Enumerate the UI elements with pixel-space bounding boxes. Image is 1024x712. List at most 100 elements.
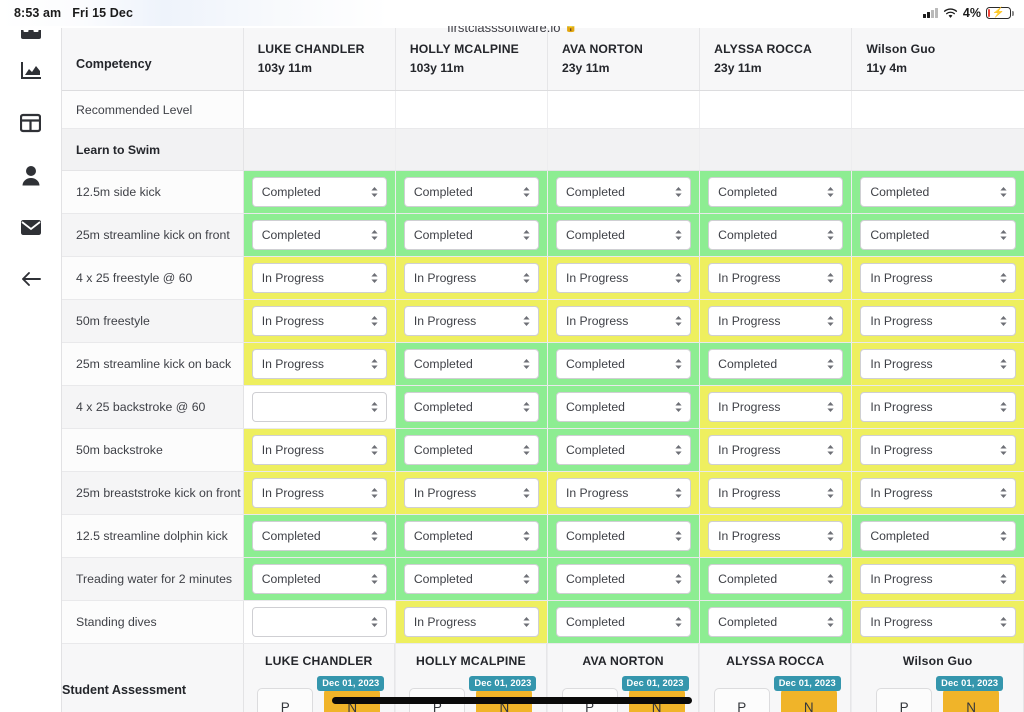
- status-select[interactable]: In Progress: [860, 263, 1016, 293]
- status-select[interactable]: Completed: [708, 349, 844, 379]
- competency-status-cell[interactable]: In Progress: [851, 385, 1024, 429]
- recommended-level-cell[interactable]: [699, 90, 853, 129]
- status-select[interactable]: In Progress: [403, 478, 539, 508]
- table-scroll-container[interactable]: Competency LUKE CHANDLER 103y 11m HOLLY MC…: [62, 28, 1024, 712]
- competency-status-cell[interactable]: In Progress: [243, 299, 396, 343]
- competency-status-cell[interactable]: Completed: [395, 428, 549, 472]
- competency-status-cell[interactable]: In Progress: [395, 600, 549, 644]
- competency-status-cell[interactable]: Completed: [547, 428, 701, 472]
- cards-icon[interactable]: [16, 30, 46, 42]
- status-select[interactable]: Completed: [251, 177, 387, 207]
- competency-status-cell[interactable]: Completed: [395, 514, 549, 558]
- assessment-p-button[interactable]: P: [876, 688, 933, 712]
- competency-status-cell[interactable]: Completed: [851, 213, 1024, 257]
- status-select[interactable]: In Progress: [556, 306, 692, 336]
- competency-status-cell[interactable]: Completed: [699, 170, 853, 214]
- status-select[interactable]: Completed: [708, 564, 844, 594]
- competency-status-cell[interactable]: In Progress: [699, 514, 853, 558]
- status-select[interactable]: In Progress: [556, 478, 692, 508]
- status-select[interactable]: In Progress: [403, 263, 539, 293]
- status-select[interactable]: In Progress: [251, 478, 387, 508]
- competency-status-cell[interactable]: In Progress: [395, 256, 549, 300]
- status-select[interactable]: Completed: [403, 220, 539, 250]
- status-select[interactable]: Completed: [403, 521, 539, 551]
- status-select[interactable]: In Progress: [556, 263, 692, 293]
- status-select[interactable]: Completed: [556, 607, 692, 637]
- status-select[interactable]: Completed: [556, 220, 692, 250]
- area-chart-icon[interactable]: [16, 56, 46, 86]
- status-select[interactable]: Completed: [556, 177, 692, 207]
- status-select[interactable]: Completed: [860, 220, 1016, 250]
- recommended-level-cell[interactable]: [547, 90, 701, 129]
- status-select[interactable]: In Progress: [860, 306, 1016, 336]
- status-select[interactable]: Completed: [708, 220, 844, 250]
- competency-status-cell[interactable]: In Progress: [547, 256, 701, 300]
- status-select[interactable]: Completed: [403, 564, 539, 594]
- assessment-p-button[interactable]: P: [713, 688, 770, 712]
- status-select[interactable]: Completed: [708, 607, 844, 637]
- competency-status-cell[interactable]: Completed: [395, 342, 549, 386]
- competency-status-cell[interactable]: Completed: [547, 514, 701, 558]
- status-select[interactable]: Completed: [556, 349, 692, 379]
- competency-status-cell[interactable]: Completed: [547, 600, 701, 644]
- competency-status-cell[interactable]: Completed: [699, 557, 853, 601]
- status-select[interactable]: In Progress: [251, 349, 387, 379]
- assessment-n-button[interactable]: N: [943, 688, 1000, 712]
- status-select[interactable]: In Progress: [403, 306, 539, 336]
- status-select[interactable]: In Progress: [708, 306, 844, 336]
- status-select[interactable]: In Progress: [860, 349, 1016, 379]
- competency-status-cell[interactable]: Completed: [699, 342, 853, 386]
- assessment-n-button[interactable]: N: [780, 688, 837, 712]
- status-select[interactable]: Completed: [708, 177, 844, 207]
- competency-status-cell[interactable]: Completed: [395, 557, 549, 601]
- status-select[interactable]: In Progress: [860, 435, 1016, 465]
- competency-status-cell[interactable]: Completed: [547, 213, 701, 257]
- competency-status-cell[interactable]: In Progress: [699, 428, 853, 472]
- status-select[interactable]: In Progress: [403, 607, 539, 637]
- competency-status-cell[interactable]: Completed: [395, 385, 549, 429]
- status-select[interactable]: Completed: [860, 177, 1016, 207]
- person-icon[interactable]: [16, 160, 46, 190]
- assessment-p-button[interactable]: P: [257, 688, 314, 712]
- competency-status-cell[interactable]: In Progress: [699, 299, 853, 343]
- status-select[interactable]: [251, 607, 387, 637]
- status-select[interactable]: Completed: [403, 349, 539, 379]
- competency-status-cell[interactable]: In Progress: [699, 385, 853, 429]
- competency-status-cell[interactable]: Completed: [243, 213, 396, 257]
- competency-status-cell[interactable]: [243, 385, 396, 429]
- competency-status-cell[interactable]: Completed: [547, 342, 701, 386]
- status-select[interactable]: In Progress: [860, 564, 1016, 594]
- competency-status-cell[interactable]: [243, 600, 396, 644]
- competency-status-cell[interactable]: In Progress: [851, 600, 1024, 644]
- status-select[interactable]: In Progress: [708, 478, 844, 508]
- table-grid-icon[interactable]: [16, 108, 46, 138]
- status-select[interactable]: In Progress: [860, 478, 1016, 508]
- recommended-level-cell[interactable]: [243, 90, 396, 129]
- competency-status-cell[interactable]: In Progress: [243, 471, 396, 515]
- status-select[interactable]: Completed: [556, 521, 692, 551]
- competency-status-cell[interactable]: In Progress: [547, 299, 701, 343]
- competency-status-cell[interactable]: In Progress: [243, 342, 396, 386]
- competency-status-cell[interactable]: Completed: [243, 514, 396, 558]
- competency-status-cell[interactable]: Completed: [547, 557, 701, 601]
- status-select[interactable]: Completed: [251, 220, 387, 250]
- envelope-icon[interactable]: [16, 212, 46, 242]
- status-select[interactable]: In Progress: [708, 521, 844, 551]
- status-select[interactable]: In Progress: [860, 607, 1016, 637]
- status-select[interactable]: Completed: [556, 435, 692, 465]
- competency-status-cell[interactable]: In Progress: [395, 299, 549, 343]
- status-select[interactable]: In Progress: [251, 435, 387, 465]
- recommended-level-cell[interactable]: [395, 90, 549, 129]
- status-select[interactable]: [251, 392, 387, 422]
- competency-status-cell[interactable]: Completed: [243, 557, 396, 601]
- competency-status-cell[interactable]: Completed: [699, 600, 853, 644]
- back-arrow-icon[interactable]: [16, 264, 46, 294]
- competency-status-cell[interactable]: In Progress: [851, 471, 1024, 515]
- competency-status-cell[interactable]: Completed: [243, 170, 396, 214]
- competency-status-cell[interactable]: In Progress: [547, 471, 701, 515]
- competency-status-cell[interactable]: In Progress: [243, 256, 396, 300]
- competency-status-cell[interactable]: In Progress: [851, 557, 1024, 601]
- status-select[interactable]: Completed: [251, 521, 387, 551]
- status-select[interactable]: Completed: [251, 564, 387, 594]
- status-select[interactable]: Completed: [403, 392, 539, 422]
